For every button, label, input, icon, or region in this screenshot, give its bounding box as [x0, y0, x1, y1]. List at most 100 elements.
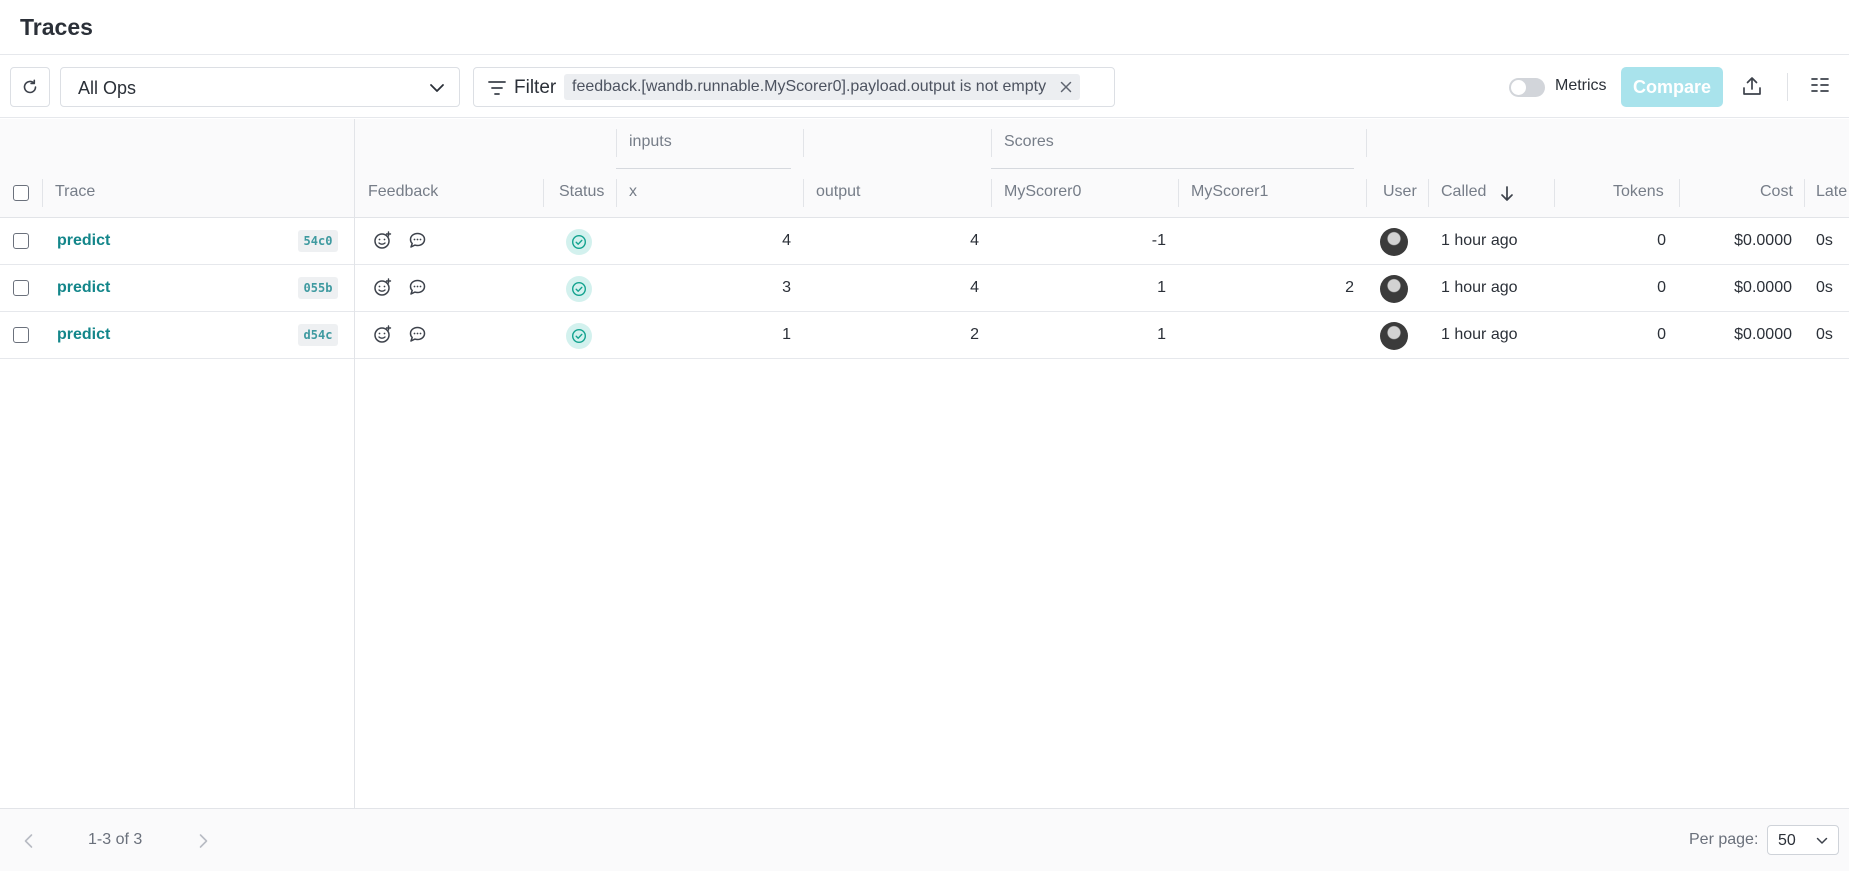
cell-x: 4	[782, 232, 791, 249]
column-header-x[interactable]: x	[629, 183, 637, 201]
column-header-status[interactable]: Status	[559, 183, 604, 201]
table-header	[0, 119, 1849, 218]
group-separator	[803, 129, 804, 157]
cell-myscorer0: 1	[1157, 279, 1166, 296]
column-header-feedback[interactable]: Feedback	[368, 183, 438, 201]
per-page-label: Per page:	[1689, 831, 1759, 848]
select-all-checkbox[interactable]	[13, 185, 29, 201]
column-header-trace[interactable]: Trace	[55, 183, 95, 201]
comment-icon[interactable]	[408, 278, 427, 297]
add-reaction-icon[interactable]	[373, 278, 392, 297]
avatar[interactable]	[1380, 275, 1408, 303]
column-separator	[1366, 179, 1367, 207]
row-checkbox[interactable]	[13, 233, 29, 249]
status-badge	[566, 323, 592, 349]
column-separator	[543, 179, 544, 207]
metrics-label: Metrics	[1555, 77, 1607, 94]
table-row[interactable]: predict d54c 1 2 1 1 hour ago 0 $0.0000 …	[0, 312, 1849, 359]
cell-myscorer0: 1	[1157, 326, 1166, 343]
toggle-knob	[1511, 80, 1526, 95]
column-separator	[1554, 179, 1555, 207]
table-row[interactable]: predict 54c0 4 4 -1 1 hour ago 0 $0.0000…	[0, 218, 1849, 265]
columns-icon	[1811, 78, 1829, 92]
trace-id-badge: 055b	[298, 277, 338, 299]
cell-x: 1	[782, 326, 791, 343]
page-title: Traces	[20, 14, 93, 40]
ops-select-value: All Ops	[78, 78, 137, 98]
chevron-down-icon	[430, 84, 444, 92]
chevron-right-icon[interactable]	[196, 833, 210, 849]
check-circle-icon	[571, 281, 587, 297]
cell-called: 1 hour ago	[1441, 279, 1518, 296]
group-header-scores: Scores	[1004, 133, 1054, 150]
column-header-latency[interactable]: Late	[1816, 183, 1847, 201]
column-separator	[1178, 179, 1179, 207]
row-checkbox[interactable]	[13, 280, 29, 296]
column-header-cost[interactable]: Cost	[1760, 183, 1793, 201]
pagination-bar: 1-3 of 3 Per page: 50	[0, 808, 1849, 871]
per-page-value: 50	[1778, 832, 1796, 849]
check-circle-icon	[571, 328, 587, 344]
filter-bar[interactable]: Filter feedback.[wandb.runnable.MyScorer…	[473, 67, 1115, 107]
group-separator	[616, 129, 617, 157]
per-page-select[interactable]: 50	[1767, 825, 1839, 855]
column-separator	[803, 179, 804, 207]
metrics-toggle[interactable]	[1509, 78, 1545, 97]
chevron-left-icon[interactable]	[22, 833, 36, 849]
cell-myscorer0: -1	[1151, 232, 1166, 249]
group-separator	[1366, 129, 1367, 157]
op-name-link[interactable]: predict	[57, 279, 110, 297]
column-header-myscorer0[interactable]: MyScorer0	[1004, 183, 1081, 201]
column-header-output[interactable]: output	[816, 183, 860, 201]
column-separator	[616, 179, 617, 207]
table-row[interactable]: predict 055b 3 4 1 2 1 hour ago 0 $0.000…	[0, 265, 1849, 312]
group-header-inputs: inputs	[629, 133, 672, 150]
ops-select[interactable]: All Ops	[60, 67, 460, 107]
title-bar: Traces	[0, 0, 1849, 55]
comment-icon[interactable]	[408, 325, 427, 344]
column-separator	[1804, 179, 1805, 207]
column-header-tokens[interactable]: Tokens	[1613, 183, 1664, 201]
column-separator	[1428, 179, 1429, 207]
cell-cost: $0.0000	[1734, 279, 1792, 296]
group-underline-inputs	[616, 168, 791, 169]
filter-chip[interactable]: feedback.[wandb.runnable.MyScorer0].payl…	[564, 74, 1081, 100]
op-name-link[interactable]: predict	[57, 232, 110, 250]
traces-table: inputs Scores Trace Feedback Status x ou…	[0, 119, 1849, 808]
refresh-icon	[23, 79, 37, 94]
row-checkbox[interactable]	[13, 327, 29, 343]
op-name-link[interactable]: predict	[57, 326, 110, 344]
group-underline-scores	[991, 168, 1354, 169]
cell-myscorer1: 2	[1345, 279, 1354, 296]
cell-tokens: 0	[1657, 326, 1666, 343]
column-header-called[interactable]: Called	[1441, 183, 1486, 201]
compare-button[interactable]: Compare	[1621, 67, 1723, 107]
column-header-myscorer1[interactable]: MyScorer1	[1191, 183, 1268, 201]
column-header-user[interactable]: User	[1383, 183, 1417, 201]
sort-descending-icon[interactable]	[1499, 185, 1515, 203]
status-badge	[566, 229, 592, 255]
group-separator	[991, 129, 992, 157]
add-reaction-icon[interactable]	[373, 325, 392, 344]
column-separator	[991, 179, 992, 207]
trace-id-badge: d54c	[298, 324, 338, 346]
export-button[interactable]	[1741, 75, 1763, 102]
cell-called: 1 hour ago	[1441, 232, 1518, 249]
pinned-column-divider	[354, 119, 355, 808]
pagination-info: 1-3 of 3	[88, 831, 143, 848]
refresh-button[interactable]	[10, 67, 50, 107]
cell-latency: 0s	[1816, 279, 1833, 296]
column-separator	[1679, 179, 1680, 207]
avatar[interactable]	[1380, 228, 1408, 256]
toolbar: All Ops Filter feedback.[wandb.runnable.…	[0, 55, 1849, 118]
close-icon[interactable]	[1060, 81, 1072, 93]
avatar[interactable]	[1380, 322, 1408, 350]
cell-tokens: 0	[1657, 279, 1666, 296]
cell-latency: 0s	[1816, 326, 1833, 343]
comment-icon[interactable]	[408, 231, 427, 250]
export-icon	[1743, 77, 1761, 95]
columns-button[interactable]	[1810, 75, 1830, 100]
filter-chip-label: feedback.[wandb.runnable.MyScorer0].payl…	[572, 78, 1047, 95]
filter-label: Filter	[514, 77, 557, 98]
add-reaction-icon[interactable]	[373, 231, 392, 250]
